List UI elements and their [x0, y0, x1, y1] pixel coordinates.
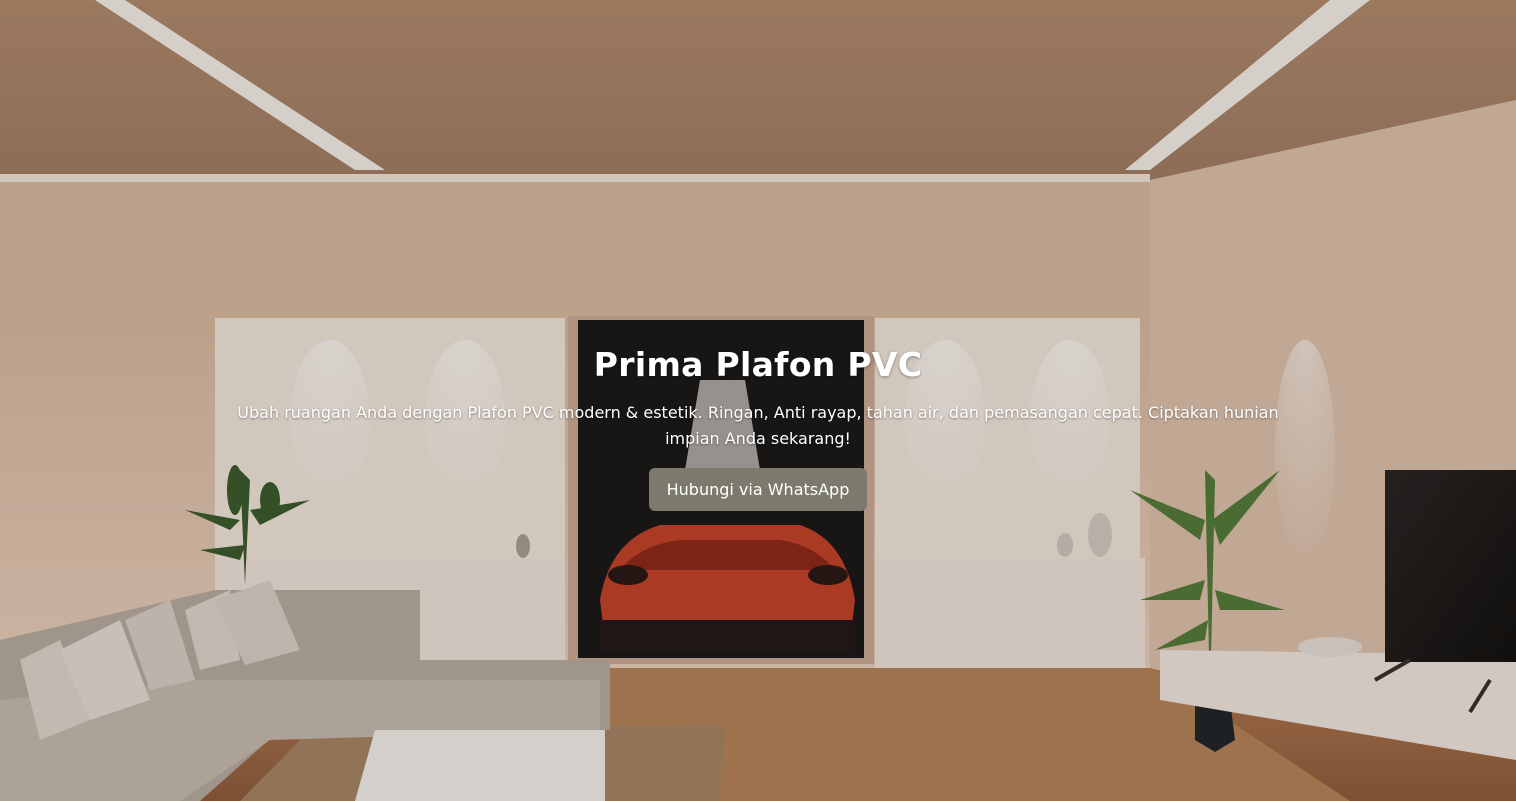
hero-section: Prima Plafon PVC Ubah ruangan Anda denga… — [0, 0, 1516, 801]
hero-subtitle: Ubah ruangan Anda dengan Plafon PVC mode… — [237, 403, 1279, 448]
hero-title: Prima Plafon PVC — [593, 345, 923, 384]
whatsapp-contact-button[interactable]: Hubungi via WhatsApp — [648, 468, 868, 511]
hero-content: Prima Plafon PVC Ubah ruangan Anda denga… — [0, 340, 1516, 511]
